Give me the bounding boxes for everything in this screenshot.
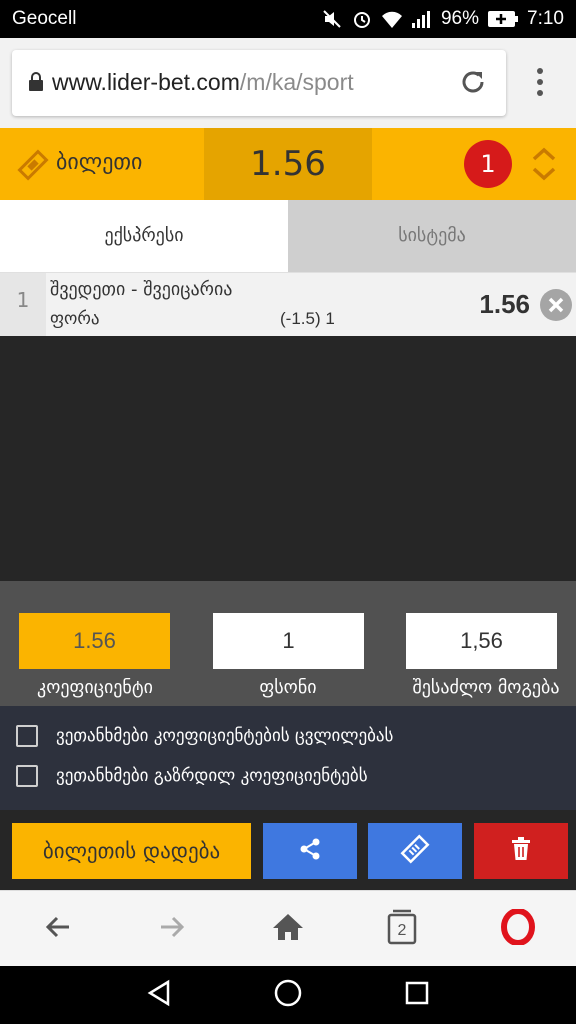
tab-system[interactable]: სისტემა (288, 200, 576, 272)
square-recents-icon (404, 980, 430, 1010)
system-recents-button[interactable] (402, 980, 432, 1010)
wifi-icon (381, 8, 403, 30)
action-bar: ბილეთის დადება (0, 810, 576, 890)
bet-selection: (-1.5) 1 (280, 309, 335, 328)
accept-increased-odds-checkbox[interactable] (16, 765, 38, 787)
forward-button[interactable] (152, 909, 192, 949)
place-bet-button[interactable]: ბილეთის დადება (12, 823, 251, 879)
ticket-label: ბილეთი (56, 150, 143, 175)
option-label: ვეთანხმები გაზრდილ კოეფიციენტებს (56, 766, 368, 786)
clock-time: 7:10 (527, 8, 564, 29)
battery-percent: 96% (440, 8, 480, 29)
summary-odds-value: 1.56 (19, 613, 170, 669)
lock-icon (28, 72, 44, 96)
address-bar[interactable]: www.lider-bet.com/m/ka/sport (12, 50, 506, 116)
home-icon (272, 912, 304, 946)
ticket-header[interactable]: ბილეთი 1.56 1 (0, 128, 576, 200)
bet-options: ვეთანხმები კოეფიციენტების ცვლილებას ვეთა… (0, 706, 576, 810)
bet-odds: 1.56 (479, 289, 530, 319)
bet-match: შვედეთი - შვეიცარია (50, 279, 233, 300)
expand-collapse-icon[interactable] (530, 146, 558, 186)
total-odds: 1.56 (204, 128, 372, 200)
bet-type-tabs: ექსპრესი სისტემა (0, 200, 576, 272)
status-icons: 96% 7:10 (321, 6, 564, 32)
url-text[interactable]: www.lider-bet.com/m/ka/sport (52, 69, 354, 96)
empty-area (0, 336, 576, 581)
carrier-name: Geocell (12, 8, 77, 29)
system-nav-bar (0, 966, 576, 1024)
browser-bottom-nav: 2 (0, 890, 576, 966)
forward-arrow-icon (157, 912, 187, 946)
possible-win-value: 1,56 (406, 613, 557, 669)
ticket-icon (16, 148, 50, 186)
summary-odds-label: კოეფიციენტი (37, 677, 153, 698)
opera-logo-icon (501, 908, 535, 949)
share-button[interactable] (263, 823, 357, 879)
trash-icon (510, 837, 532, 865)
bet-summary: 1.56 1 1,56 კოეფიციენტი ფსონი შესაძლო მო… (0, 581, 576, 706)
stake-label: ფსონი (259, 677, 317, 698)
tab-express[interactable]: ექსპრესი (0, 200, 288, 272)
mute-icon (321, 8, 343, 30)
url-path: /m/ka/sport (239, 69, 354, 95)
tabs-button[interactable]: 2 (382, 909, 422, 949)
reload-icon[interactable] (458, 67, 488, 101)
browser-toolbar: www.lider-bet.com/m/ka/sport (0, 38, 576, 128)
delete-button[interactable] (474, 823, 568, 879)
option-accept-odds-changes[interactable]: ვეთანხმები კოეფიციენტების ცვლილებას (16, 724, 393, 748)
status-bar: Geocell 96% 7:10 (0, 0, 576, 38)
selection-count-badge: 1 (464, 140, 512, 188)
option-label: ვეთანხმები კოეფიციენტების ცვლილებას (56, 726, 394, 746)
system-back-button[interactable] (144, 979, 174, 1011)
triangle-back-icon (146, 979, 172, 1011)
signal-icon (411, 8, 433, 30)
ticket-button[interactable] (368, 823, 462, 879)
possible-win-label: შესაძლო მოგება (412, 677, 560, 698)
circle-home-icon (273, 978, 303, 1012)
tab-count: 2 (397, 922, 407, 939)
url-domain: www.lider-bet.com (52, 69, 240, 95)
ticket-icon (400, 834, 430, 868)
bet-market: ფორა (50, 309, 100, 329)
alarm-icon (351, 8, 373, 30)
opera-menu-button[interactable] (498, 908, 538, 949)
back-button[interactable] (38, 909, 78, 949)
battery-icon (487, 9, 519, 29)
stake-input[interactable]: 1 (213, 613, 364, 669)
bet-row: 1 შვედეთი - შვეიცარია ფორა (-1.5) 1 1.56 (0, 272, 576, 337)
accept-odds-changes-checkbox[interactable] (16, 725, 38, 747)
remove-bet-icon[interactable] (540, 289, 572, 325)
share-icon (297, 836, 323, 866)
system-home-button[interactable] (273, 978, 303, 1012)
bet-index: 1 (0, 273, 46, 337)
option-accept-increased-odds[interactable]: ვეთანხმები გაზრდილ კოეფიციენტებს (16, 764, 368, 788)
browser-menu-button[interactable] (530, 68, 550, 98)
back-arrow-icon (43, 912, 73, 946)
home-button[interactable] (268, 909, 308, 949)
